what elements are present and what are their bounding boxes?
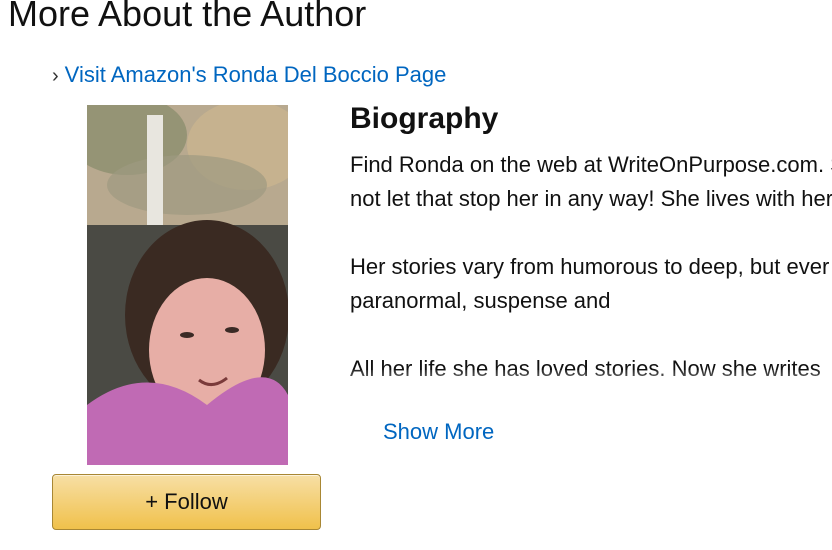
visit-author-page-link[interactable]: Visit Amazon's Ronda Del Boccio Page <box>65 62 447 87</box>
biography-paragraph: Find Ronda on the web at WriteOnPurpose.… <box>350 152 832 211</box>
page-title: More About the Author <box>8 0 367 34</box>
biography-paragraph: Her stories vary from humorous to deep, … <box>350 254 832 313</box>
chevron-right-icon: › <box>52 65 59 87</box>
author-photo-image <box>87 105 288 465</box>
text-fade-overlay <box>350 370 832 410</box>
author-photo[interactable] <box>87 105 288 465</box>
show-more-link[interactable]: Show More <box>383 419 494 445</box>
visit-author-page: › Visit Amazon's Ronda Del Boccio Page <box>52 62 446 88</box>
follow-button[interactable]: + Follow <box>52 474 321 530</box>
biography-text: Find Ronda on the web at WriteOnPurpose.… <box>350 148 832 410</box>
biography-heading: Biography <box>350 102 499 135</box>
